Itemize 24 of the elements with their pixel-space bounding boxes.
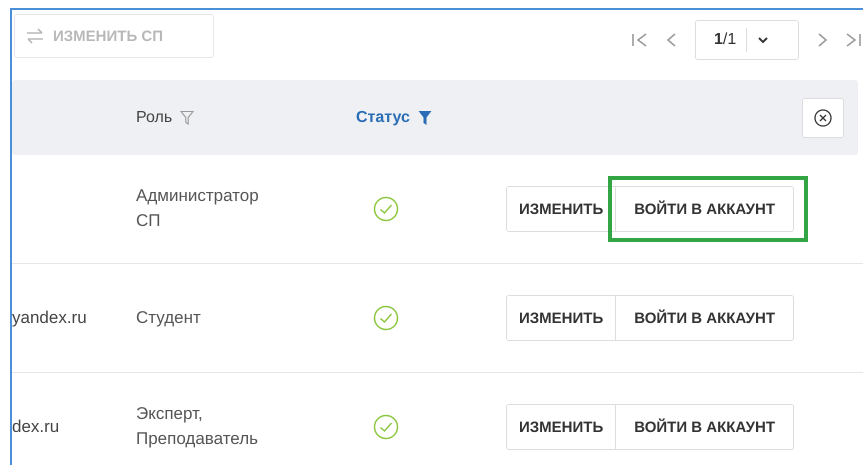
role-cell-text: Эксперт, Преподаватель: [136, 403, 259, 450]
last-page-icon[interactable]: [845, 32, 863, 48]
role-cell-text: Администратор СП: [136, 185, 260, 232]
filter-icon[interactable]: [418, 110, 432, 126]
login-button[interactable]: ВОЙТИ В АККАУНТ: [616, 404, 794, 450]
swap-icon: [25, 28, 45, 44]
login-button[interactable]: ВОЙТИ В АККАУНТ: [616, 186, 794, 232]
chevron-down-icon: [757, 36, 770, 44]
page-select[interactable]: 1/1: [695, 20, 799, 60]
first-page-icon[interactable]: [631, 32, 649, 48]
filter-icon[interactable]: [180, 110, 194, 126]
column-header[interactable]: Статус: [356, 108, 410, 126]
close-icon: [813, 108, 833, 128]
column-header[interactable]: Роль: [136, 108, 172, 126]
edit-button[interactable]: ИЗМЕНИТЬ: [506, 295, 616, 341]
login-button[interactable]: ВОЙТИ В АККАУНТ: [616, 295, 794, 341]
next-page-icon[interactable]: [817, 32, 829, 48]
clear-filters-button[interactable]: [802, 98, 844, 138]
role-cell-text: Студент: [136, 306, 202, 329]
edit-button[interactable]: ИЗМЕНИТЬ: [506, 404, 616, 450]
email-cell: yandex.ru: [12, 308, 87, 327]
edit-button[interactable]: ИЗМЕНИТЬ: [506, 186, 616, 232]
previous-page-icon[interactable]: [665, 32, 677, 48]
email-cell: dex.ru: [12, 417, 60, 436]
